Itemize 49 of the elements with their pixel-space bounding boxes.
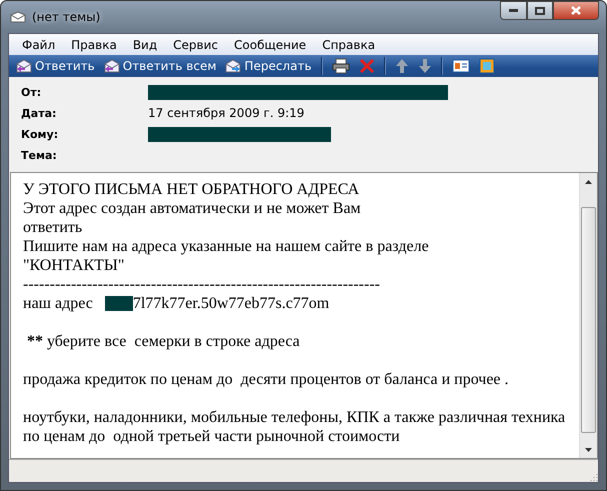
message-line: У ЭТОГО ПИСЬМА НЕТ ОБРАТНОГО АДРЕСА [23,181,360,198]
message-line: по ценам до одной третьей части рыночной стоимости [23,428,400,445]
resize-grip-icon[interactable] [588,472,598,482]
header-value: 17 сентября 2009 г. 9:19 [148,105,306,122]
printer-icon [332,58,350,74]
message-line: Пишите нам на адреса указанные на нашем сайте в разделе [23,238,429,255]
scroll-up-icon[interactable] [585,180,592,184]
message-line: ответить [23,219,82,236]
email-address: 7l77k77er.50w77eb77s.c77om [132,294,330,313]
message-line: продажа кредиток по ценам до десяти процентов от баланса и прочее . [23,371,509,388]
header-label: Тема: [21,148,58,164]
delete-icon [358,58,375,74]
toolbar-button[interactable]: Переслать [222,56,315,76]
scrollbar[interactable] [579,173,597,458]
arrow-down-icon [418,58,432,74]
scroll-down-icon[interactable] [585,448,592,452]
scrollbar-thumb[interactable] [581,207,596,433]
message-line: ** уберите все семерки в строке адреса [26,333,300,350]
redaction-bar [104,296,133,311]
menu-item[interactable]: Сообщение [226,38,314,52]
header-label: Кому: [21,127,60,143]
header-label: От: [21,85,42,101]
close-icon [571,6,581,15]
message-line: "КОНТАКТЫ" [23,257,124,274]
envelope-reply-icon [104,59,120,73]
toolbar-button[interactable]: Ответить [13,56,98,76]
message-line: ноутбуки, наладонники, мобильные телефоны, КПК а также различная техника [23,409,566,426]
menu-item[interactable]: Справка [314,38,384,52]
menu-item[interactable]: Правка [63,38,125,52]
grid-icon [478,58,495,74]
close-button[interactable] [553,1,599,20]
window-title: (нет темы) [32,10,102,24]
message-line: ------------------------------------------------------------------- [23,276,380,293]
envelope-icon [10,11,26,23]
header-label: Дата: [21,106,58,122]
minimize-icon [509,9,518,12]
message-line: Этот адрес создан автоматически и не может Вам [23,200,361,217]
menu-item[interactable]: Вид [124,38,166,52]
minimize-button[interactable] [500,1,527,20]
menu-item[interactable]: Сервис [165,38,226,52]
menu-item[interactable]: Файл [14,38,64,52]
toolbar-button[interactable]: Ответить всем [100,56,220,76]
arrow-up-icon [394,58,409,74]
envelope-reply-icon [16,59,32,73]
contact-card-icon [452,59,470,73]
maximize-button[interactable] [527,1,553,20]
envelope-forward-icon [225,59,242,73]
maximize-icon [535,6,545,14]
message-line: наш адрес [23,294,93,313]
